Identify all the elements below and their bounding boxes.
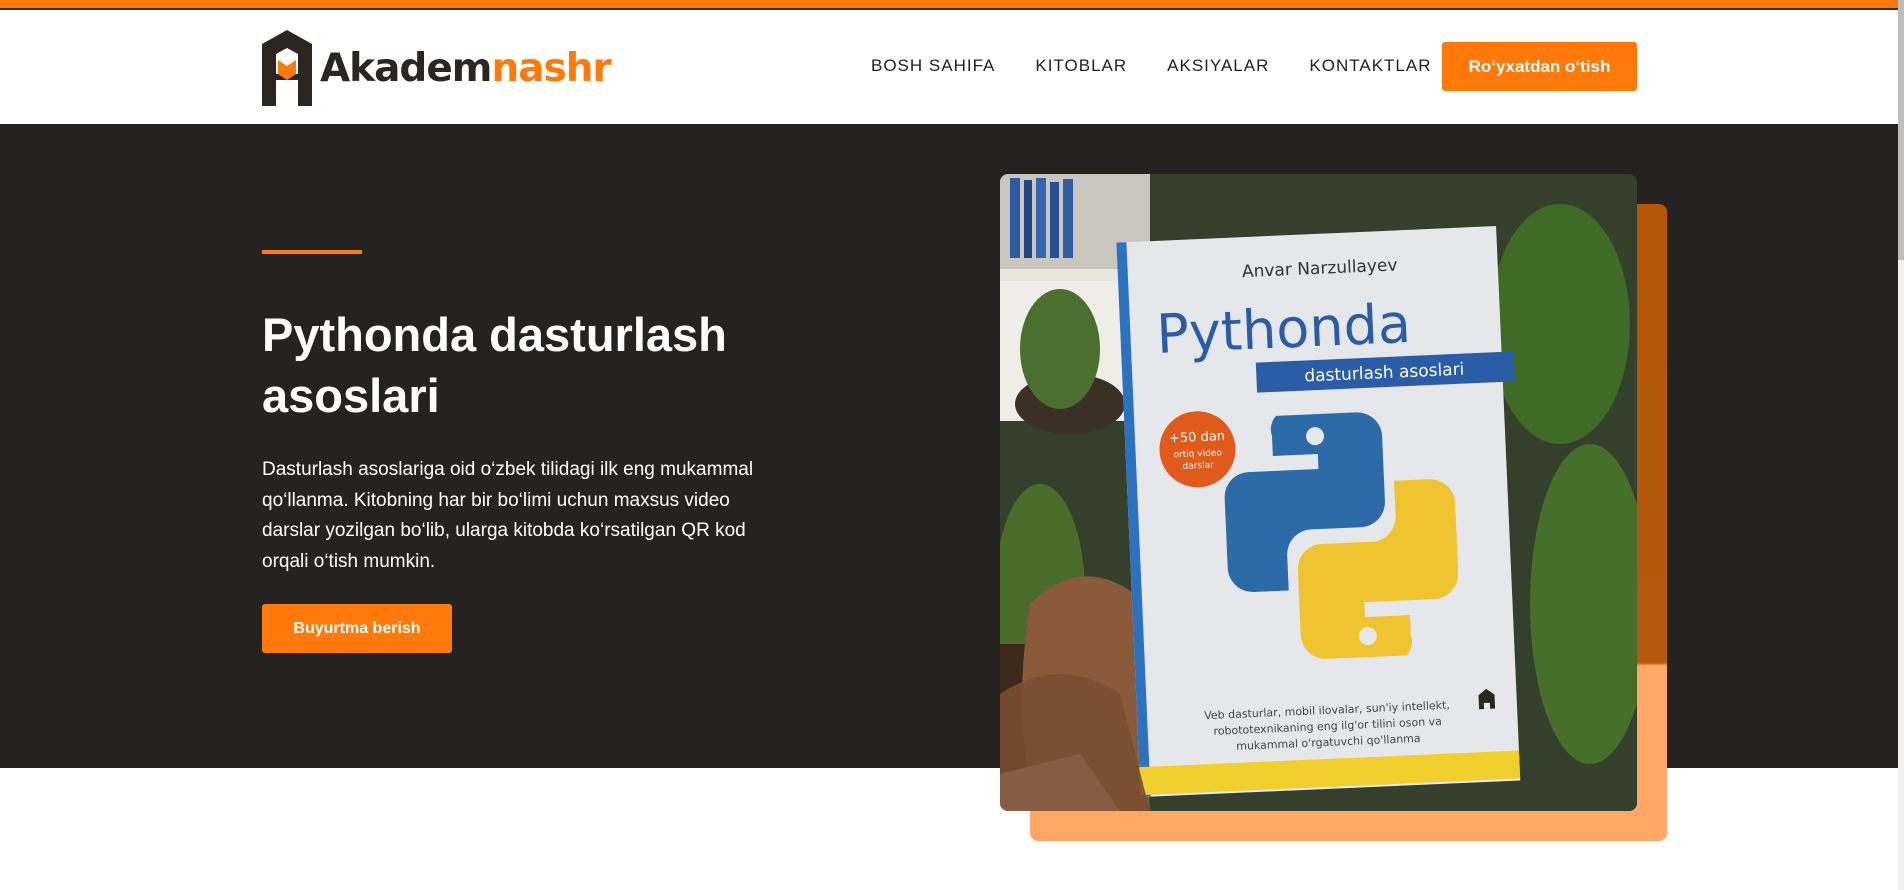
brand-name-part1: Akadem	[320, 45, 492, 91]
brand-name: Akademnashr	[320, 45, 612, 91]
book-badge-line1: +50 dan	[1169, 429, 1226, 446]
akademnashr-logo-icon	[262, 30, 312, 106]
main-nav: BOSH SAHIFA KITOBLAR AKSIYALAR KONTAKTLA…	[871, 56, 1471, 76]
book-badge-line3: darslar	[1182, 461, 1214, 472]
order-button[interactable]: Buyurtma berish	[262, 604, 452, 653]
brand-logo[interactable]: Akademnashr	[262, 30, 612, 106]
hero-description: Dasturlash asoslariga oid o‘zbek tilidag…	[262, 459, 754, 572]
book-badge-line2: ortiq video	[1173, 448, 1222, 460]
page-scrollbar[interactable]	[1898, 0, 1904, 890]
book-photo-illustration: Anvar Narzullayev Pythonda dasturlash as…	[1000, 174, 1637, 811]
hero-title: Pythonda dasturlash asoslari	[262, 308, 727, 422]
hero-accent-line	[262, 250, 362, 254]
nav-item-kontaktlar[interactable]: KONTAKTLAR	[1309, 56, 1431, 76]
nav-item-bosh-sahifa[interactable]: BOSH SAHIFA	[871, 56, 995, 76]
nav-item-aksiyalar[interactable]: AKSIYALAR	[1167, 56, 1269, 76]
site-header: Akademnashr BOSH SAHIFA KITOBLAR AKSIYAL…	[0, 10, 1904, 124]
top-accent-bar	[0, 0, 1904, 10]
nav-item-kitoblar[interactable]: KITOBLAR	[1035, 56, 1127, 76]
brand-name-part2: nashr	[491, 45, 611, 91]
book-photo: Anvar Narzullayev Pythonda dasturlash as…	[1000, 174, 1637, 811]
register-button[interactable]: Ro‘yxatdan o‘tish	[1442, 42, 1637, 91]
book-title: Pythonda	[1155, 292, 1412, 366]
scrollbar-thumb[interactable]	[1898, 0, 1904, 260]
